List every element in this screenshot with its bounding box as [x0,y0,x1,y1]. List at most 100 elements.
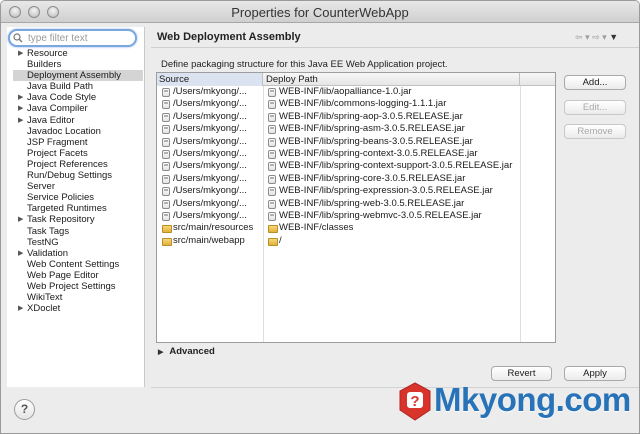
table-row[interactable]: /Users/mkyong/... WEB-INF/lib/aopalliance… [157,86,555,98]
sidebar-item[interactable]: JSP Fragment [13,137,143,148]
sidebar-item[interactable]: ▶ Java Editor [13,115,143,126]
advanced-section-toggle[interactable]: ▶ Advanced [158,346,215,357]
column-header-source[interactable]: Source [157,73,263,86]
search-icon [13,33,23,43]
sidebar-item[interactable]: Web Page Editor [13,270,143,281]
jar-icon [162,88,170,97]
source-cell: /Users/mkyong/... [173,123,247,135]
sidebar-item[interactable]: Javadoc Location [13,126,143,137]
view-menu-icon[interactable]: ▼ [609,32,618,42]
sidebar-item-label: Service Policies [27,192,95,204]
sidebar-item[interactable]: ▶ Java Compiler [13,103,143,114]
expand-arrow-icon[interactable]: ▶ [18,92,23,103]
apply-button[interactable]: Apply [564,366,626,381]
deployment-table[interactable]: Source Deploy Path /Users/mkyong/... WEB-… [156,72,556,343]
sidebar-item-label: Web Page Editor [27,269,99,281]
disclosure-triangle-icon: ▶ [158,349,164,356]
sidebar-item[interactable]: ▶ Java Code Style [13,92,143,103]
back-arrow-icon[interactable]: ⇦ [575,32,583,42]
table-row[interactable]: /Users/mkyong/... WEB-INF/lib/spring-asm-… [157,123,555,135]
header-divider [151,47,639,48]
source-cell: /Users/mkyong/... [173,172,247,184]
deploy-path-cell: WEB-INF/classes [279,222,354,234]
expand-arrow-icon[interactable]: ▶ [18,115,23,126]
sidebar-item[interactable]: Project Facets [13,148,143,159]
jar-icon [268,112,276,122]
sidebar-item[interactable]: WikiText [13,292,143,303]
column-header-deploy-path[interactable]: Deploy Path [264,73,520,86]
sidebar-item[interactable]: Builders [13,59,143,70]
sidebar-item-label: Targeted Runtimes [27,203,107,215]
table-row[interactable]: /Users/mkyong/... WEB-INF/lib/spring-cont… [157,148,555,160]
table-row[interactable]: /Users/mkyong/... WEB-INF/lib/spring-core… [157,173,555,185]
sidebar-item[interactable]: Targeted Runtimes [13,203,143,214]
expand-arrow-icon[interactable]: ▶ [18,48,23,59]
mkyong-logo-icon: ? [399,382,431,421]
sidebar-item[interactable]: Project References [13,159,143,170]
remove-button[interactable]: Remove [564,124,626,139]
filter-field[interactable] [8,29,137,47]
folder-icon [162,225,172,234]
table-row[interactable]: /Users/mkyong/... WEB-INF/lib/spring-aop-… [157,111,555,123]
deploy-path-cell: WEB-INF/lib/spring-expression-3.0.5.RELE… [279,185,493,197]
sidebar-item-label: Run/Debug Settings [27,170,113,182]
deploy-path-cell: WEB-INF/lib/spring-web-3.0.5.RELEASE.jar [279,197,465,209]
page-description: Define packaging structure for this Java… [161,59,448,70]
table-row[interactable]: /Users/mkyong/... WEB-INF/lib/spring-webm… [157,210,555,222]
expand-arrow-icon[interactable]: ▶ [18,103,23,114]
jar-icon [268,125,276,135]
table-header: Source Deploy Path [157,73,555,86]
chevron-down-icon[interactable]: ▾ [602,32,607,42]
jar-icon [162,174,170,184]
table-row[interactable]: src/main/webapp / [157,235,555,247]
jar-icon [162,125,170,135]
table-row[interactable]: src/main/resources WEB-INF/classes [157,222,555,234]
sidebar-item-label: JSP Fragment [27,136,88,148]
sidebar-item[interactable]: Web Content Settings [13,259,143,270]
sidebar-item-label: Resource [27,48,68,59]
source-cell: /Users/mkyong/... [173,86,247,97]
revert-button[interactable]: Revert [491,366,552,381]
table-row[interactable]: /Users/mkyong/... WEB-INF/lib/commons-log… [157,98,555,110]
jar-icon [268,100,276,110]
table-row[interactable]: /Users/mkyong/... WEB-INF/lib/spring-web-… [157,198,555,210]
jar-icon [268,162,276,172]
expand-arrow-icon[interactable]: ▶ [18,214,23,225]
sidebar-item[interactable]: ▶ Task Repository [13,214,143,225]
jar-icon [162,162,170,172]
jar-icon [268,137,276,147]
jar-icon [162,199,170,209]
table-row[interactable]: /Users/mkyong/... WEB-INF/lib/spring-expr… [157,185,555,197]
source-cell: /Users/mkyong/... [173,185,247,197]
jar-icon [162,211,170,221]
sidebar-item-label: TestNG [27,236,59,248]
sidebar-item[interactable]: Run/Debug Settings [13,170,143,181]
filter-input[interactable] [28,32,132,45]
sidebar-item[interactable]: Java Build Path [13,81,143,92]
edit-button[interactable]: Edit... [564,100,626,115]
sidebar-item[interactable]: Web Project Settings [13,281,143,292]
sidebar-item[interactable]: ▶ Resource [13,48,143,59]
expand-arrow-icon[interactable]: ▶ [18,248,23,259]
sidebar-item-label: Java Code Style [27,92,97,104]
sidebar-item[interactable]: ▶ XDoclet [13,303,143,314]
sidebar-item[interactable]: Deployment Assembly [13,70,143,82]
deploy-path-cell: WEB-INF/lib/spring-beans-3.0.5.RELEASE.j… [279,135,473,147]
table-row[interactable]: /Users/mkyong/... WEB-INF/lib/spring-bean… [157,136,555,148]
sidebar-item[interactable]: Server [13,181,143,192]
deploy-path-cell: WEB-INF/lib/spring-aop-3.0.5.RELEASE.jar [279,110,463,122]
sidebar-item[interactable]: ▶ Validation [13,248,143,259]
sidebar-item[interactable]: Service Policies [13,192,143,203]
deploy-path-cell: WEB-INF/lib/commons-logging-1.1.1.jar [279,98,447,110]
chevron-down-icon[interactable]: ▾ [585,32,590,42]
expand-arrow-icon[interactable]: ▶ [18,303,23,314]
properties-dialog: Properties for CounterWebApp ▶ ResourceBu… [0,0,640,434]
sidebar-item[interactable]: TestNG [13,237,143,248]
sidebar-item-label: Project Facets [27,147,88,159]
history-nav[interactable]: ⇦ ▾ ⇨ ▾ ▼ [575,32,629,44]
add-button[interactable]: Add... [564,75,626,90]
table-row[interactable]: /Users/mkyong/... WEB-INF/lib/spring-cont… [157,160,555,172]
help-icon[interactable]: ? [14,399,35,420]
forward-arrow-icon[interactable]: ⇨ [592,32,600,42]
sidebar-item[interactable]: Task Tags [13,226,143,237]
